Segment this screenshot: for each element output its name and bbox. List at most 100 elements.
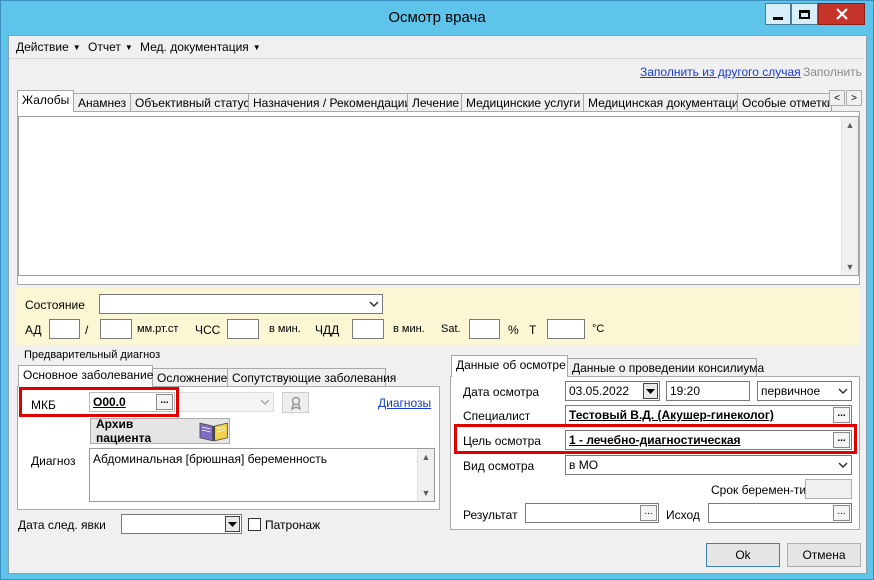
scroll-down-icon[interactable]: ▼ xyxy=(842,259,858,275)
exam-time-input[interactable]: 19:20 xyxy=(666,381,750,401)
tab-main-disease[interactable]: Основное заболевание xyxy=(18,365,153,387)
mkb-extra-select xyxy=(177,392,274,412)
fill-link-disabled: Заполнить xyxy=(803,65,862,79)
complaints-scrollbar[interactable]: ▲ ▼ xyxy=(841,117,858,275)
chevron-down-icon[interactable] xyxy=(834,382,851,400)
diagnosis-value: Абдоминальная [брюшная] беременность xyxy=(93,452,327,466)
exam-kind-select[interactable]: в МО xyxy=(565,455,852,475)
tab-consilium-data[interactable]: Данные о проведении консилиума xyxy=(567,358,764,377)
tab-exam-data[interactable]: Данные об осмотре xyxy=(451,355,568,377)
tab-treatment[interactable]: Лечение xyxy=(407,93,462,112)
outcome-field[interactable]: ... xyxy=(708,503,852,523)
patronage-checkbox[interactable] xyxy=(248,518,261,531)
caret-down-icon: ▼ xyxy=(124,43,133,52)
calendar-dropdown-icon[interactable] xyxy=(225,516,240,532)
minimize-icon xyxy=(773,16,783,20)
minimize-button[interactable] xyxy=(765,3,791,25)
purpose-highlight xyxy=(454,424,857,454)
patronage-label: Патронаж xyxy=(265,518,321,532)
exam-type-value: первичное xyxy=(761,384,821,398)
diagnosis-tab-bar: Основное заболевание Осложнение Сопутств… xyxy=(18,365,396,387)
tab-complication[interactable]: Осложнение xyxy=(152,368,228,387)
outcome-browse-button[interactable]: ... xyxy=(833,505,850,521)
ok-button[interactable]: Ok xyxy=(706,543,780,567)
chss-label: ЧСС xyxy=(195,323,221,337)
top-tab-bar: Жалобы Анамнез Объективный статус Назнач… xyxy=(17,90,832,112)
title-bar[interactable]: Осмотр врача xyxy=(1,1,873,35)
temperature-input[interactable] xyxy=(547,319,585,339)
close-button[interactable] xyxy=(818,3,865,25)
chss-input[interactable] xyxy=(227,319,259,339)
ad-label: АД xyxy=(25,323,42,337)
scroll-down-icon[interactable]: ▼ xyxy=(418,485,434,501)
tab-special-notes[interactable]: Особые отметки xyxy=(737,93,832,112)
ad-diastolic-input[interactable] xyxy=(100,319,132,339)
complaints-panel: ▲ ▼ xyxy=(17,111,860,285)
state-label: Состояние xyxy=(25,298,85,312)
window-client: Действие ▼ Отчет ▼ Мед. документация ▼ Запо… xyxy=(8,35,867,574)
tab-medical-documentation[interactable]: Медицинская документация xyxy=(583,93,745,112)
menu-med-docs[interactable]: Мед. документация ▼ xyxy=(140,40,261,54)
book-icon xyxy=(199,422,228,442)
menu-action[interactable]: Действие ▼ xyxy=(16,40,81,54)
caret-down-icon: ▼ xyxy=(252,43,261,52)
mkb-highlight xyxy=(19,387,179,417)
chdd-label: ЧДД xyxy=(315,323,340,337)
chevron-right-icon: > xyxy=(851,92,857,104)
diagnosis-scrollbar[interactable]: ▲ ▼ xyxy=(417,449,434,501)
tab-medical-services[interactable]: Медицинские услуги xyxy=(461,93,584,112)
complaints-textarea[interactable]: ▲ ▼ xyxy=(18,116,859,276)
chevron-left-icon: < xyxy=(834,92,840,104)
chevron-down-icon[interactable] xyxy=(365,295,382,313)
exam-tab-bar: Данные об осмотре Данные о проведении ко… xyxy=(451,355,764,377)
scroll-up-icon[interactable]: ▲ xyxy=(842,117,858,133)
scroll-up-icon[interactable]: ▲ xyxy=(418,449,434,465)
tab-prescriptions[interactable]: Назначения / Рекомендации xyxy=(248,93,411,112)
menu-bar: Действие ▼ Отчет ▼ Мед. документация ▼ xyxy=(9,36,866,58)
pregnancy-term-input[interactable] xyxy=(805,479,852,499)
menu-report-label: Отчет xyxy=(88,40,121,54)
tabs-scroll-left-button[interactable]: < xyxy=(829,90,845,106)
sat-input[interactable] xyxy=(469,319,500,339)
tab-concomitant-diseases[interactable]: Сопутствующие заболевания xyxy=(227,368,396,387)
menu-divider xyxy=(9,58,864,59)
tabs-scroll-right-button[interactable]: > xyxy=(846,90,862,106)
tab-complaints[interactable]: Жалобы xyxy=(17,90,74,112)
ad-systolic-input[interactable] xyxy=(49,319,80,339)
maximize-button[interactable] xyxy=(791,3,818,25)
ad-unit: мм.рт.ст xyxy=(137,323,179,335)
exam-date-picker[interactable]: 03.05.2022 xyxy=(565,381,660,401)
maximize-icon xyxy=(799,9,810,19)
sat-label: Sat. xyxy=(441,323,461,335)
next-visit-label: Дата след. явки xyxy=(18,518,106,532)
result-browse-button[interactable]: ... xyxy=(640,505,657,521)
patient-archive-label: Архив пациента xyxy=(96,417,152,445)
menu-report[interactable]: Отчет ▼ xyxy=(88,40,133,54)
specialist-field[interactable]: Тестовый В.Д. (Акушер-гинеколог) ... xyxy=(565,405,852,425)
result-field[interactable]: ... xyxy=(525,503,659,523)
tab-anamnesis[interactable]: Анамнез xyxy=(73,93,131,112)
state-select[interactable] xyxy=(99,294,383,314)
exam-kind-value: в МО xyxy=(569,458,599,472)
ribbon-button[interactable] xyxy=(282,392,309,413)
close-icon xyxy=(835,8,848,20)
exam-type-select[interactable]: первичное xyxy=(757,381,852,401)
specialist-browse-button[interactable]: ... xyxy=(833,407,850,423)
outcome-label: Исход xyxy=(666,508,700,522)
patient-archive-button[interactable]: Архив пациента xyxy=(90,417,230,445)
pregnancy-term-label: Срок беремен-ти xyxy=(711,483,807,497)
diagnoses-link[interactable]: Диагнозы xyxy=(378,396,431,410)
window-title: Осмотр врача xyxy=(388,9,486,26)
cancel-button[interactable]: Отмена xyxy=(787,543,861,567)
calendar-dropdown-icon[interactable] xyxy=(643,383,658,399)
caret-down-icon: ▼ xyxy=(72,43,81,52)
ribbon-icon xyxy=(290,396,301,410)
next-visit-date-picker[interactable] xyxy=(121,514,242,534)
fill-from-other-case-link[interactable]: Заполнить из другого случая xyxy=(640,65,801,79)
t-label: T xyxy=(529,323,537,337)
chevron-down-icon xyxy=(256,393,273,411)
tab-objective-status[interactable]: Объективный статус xyxy=(130,93,250,112)
chdd-input[interactable] xyxy=(352,319,384,339)
chevron-down-icon[interactable] xyxy=(834,456,851,474)
diagnosis-textarea[interactable]: Абдоминальная [брюшная] беременность ▲ ▼ xyxy=(89,448,435,502)
